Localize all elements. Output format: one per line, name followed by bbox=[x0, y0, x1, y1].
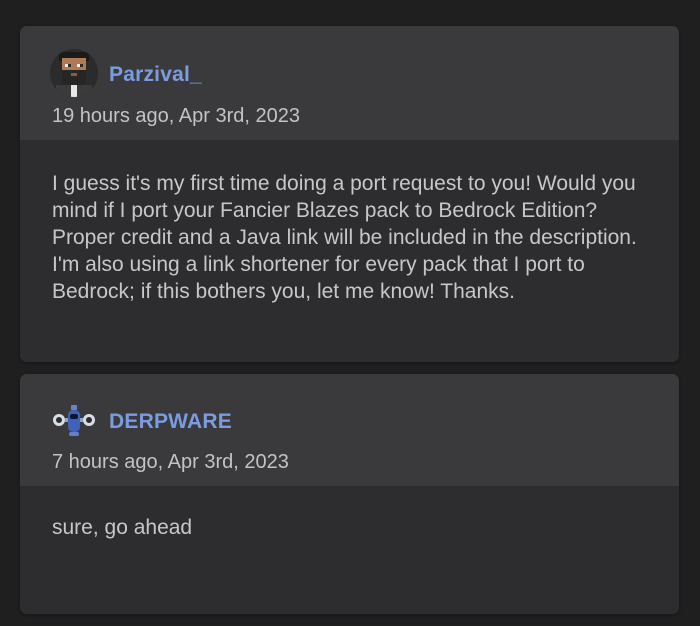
comment-body: sure, go ahead bbox=[20, 486, 679, 614]
comment-timestamp: 7 hours ago, Apr 3rd, 2023 bbox=[52, 451, 289, 473]
blue-robot-avatar-icon[interactable] bbox=[50, 398, 98, 442]
comment-card: Parzival_ 19 hours ago, Apr 3rd, 2023 I … bbox=[20, 26, 679, 362]
comment-card: DERPWARE 7 hours ago, Apr 3rd, 2023 sure… bbox=[20, 374, 679, 614]
pixel-bearded-man-avatar-icon[interactable] bbox=[50, 49, 98, 97]
comment-thread: Parzival_ 19 hours ago, Apr 3rd, 2023 I … bbox=[0, 0, 700, 626]
comment-header: DERPWARE 7 hours ago, Apr 3rd, 2023 bbox=[20, 374, 679, 486]
comment-text: I guess it's my first time doing a port … bbox=[52, 172, 637, 303]
comment-text: sure, go ahead bbox=[52, 516, 193, 539]
comment-body: I guess it's my first time doing a port … bbox=[20, 140, 679, 362]
username-link[interactable]: Parzival_ bbox=[109, 63, 202, 87]
username-link[interactable]: DERPWARE bbox=[109, 410, 232, 434]
comment-header: Parzival_ 19 hours ago, Apr 3rd, 2023 bbox=[20, 26, 679, 140]
comment-timestamp: 19 hours ago, Apr 3rd, 2023 bbox=[52, 105, 300, 127]
